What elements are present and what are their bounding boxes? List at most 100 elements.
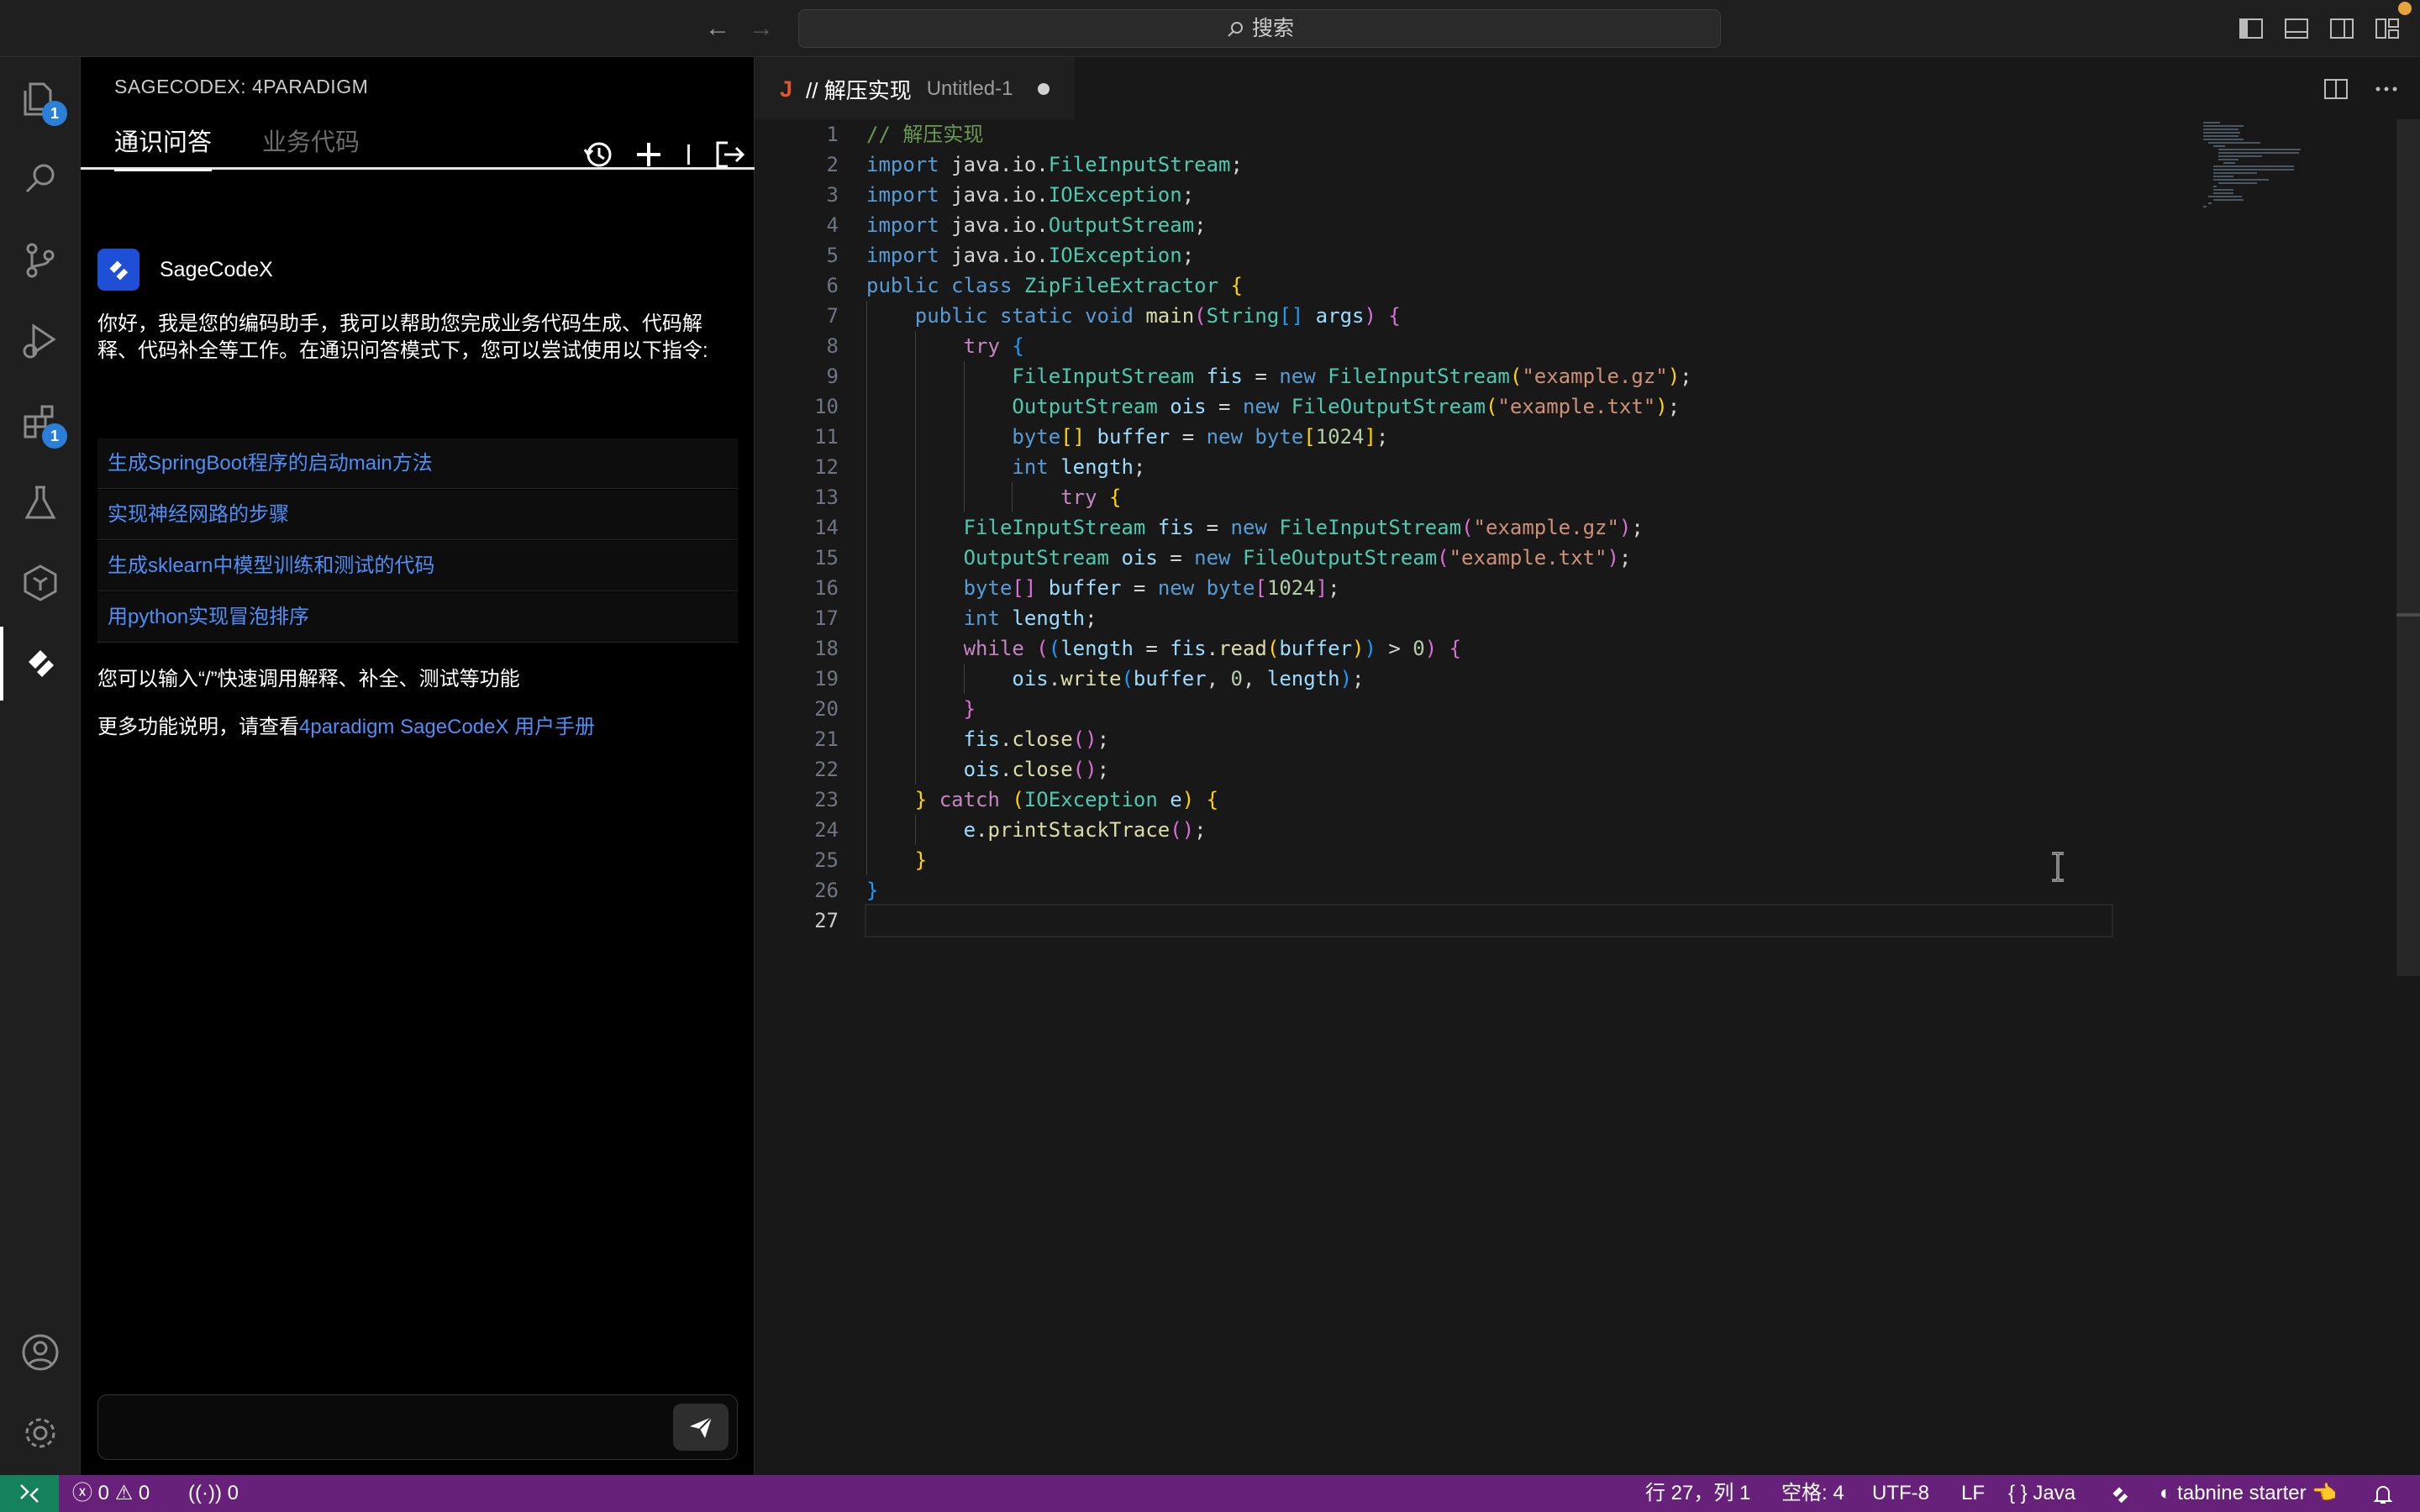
- code-line[interactable]: ois.write(buffer, 0, length);: [866, 664, 2110, 694]
- language-label: Java: [2033, 1482, 2076, 1504]
- suggestion-item[interactable]: 用python实现冒泡排序: [97, 592, 738, 643]
- code-line[interactable]: public static void main(String[] args) {: [866, 301, 2110, 331]
- accounts-button[interactable]: [0, 1312, 81, 1393]
- forward-arrow-icon[interactable]: →: [746, 13, 776, 44]
- line-number: 15: [814, 546, 839, 570]
- line-number: 26: [814, 879, 839, 902]
- sagecodex-avatar: [97, 249, 139, 291]
- search-view-button[interactable]: [0, 139, 81, 220]
- code-line[interactable]: byte[] buffer = new byte[1024];: [866, 573, 2110, 603]
- indent-guide: [866, 391, 867, 422]
- tab-business-code[interactable]: 业务代码: [262, 116, 360, 170]
- logout-icon[interactable]: [713, 138, 746, 171]
- explorer-button[interactable]: 1: [0, 59, 81, 139]
- toggle-panel-icon[interactable]: [2284, 17, 2309, 40]
- code-line[interactable]: import java.io.OutputStream;: [866, 210, 2110, 240]
- code-line[interactable]: int length;: [866, 452, 2110, 482]
- history-icon[interactable]: [581, 138, 615, 171]
- tabnine-status[interactable]: ◐ tabnine starter 👈: [2160, 1475, 2337, 1512]
- indent-guide: [866, 785, 867, 815]
- assistant-name: SageCodeX: [160, 257, 273, 281]
- toggle-secondary-sidebar-icon[interactable]: [2329, 17, 2354, 40]
- code-editor[interactable]: 1 2 3 4 5 6 7 8 9 10 11 12 13 14 15 16 17 18 19 20 21 22 23 24 2…: [755, 119, 2420, 1475]
- sagecodex-button[interactable]: [0, 623, 81, 704]
- sagecodex-logo-icon: [109, 260, 129, 281]
- line-number: 4: [826, 213, 839, 237]
- code-line[interactable]: public class ZipFileExtractor {: [866, 270, 2110, 301]
- indent-guide: [866, 482, 867, 512]
- language-mode[interactable]: { } Java: [2008, 1475, 2075, 1512]
- code-line[interactable]: FileInputStream fis = new FileInputStrea…: [866, 361, 2110, 391]
- code-line[interactable]: import java.io.IOException;: [866, 240, 2110, 270]
- code-line[interactable]: [865, 904, 2113, 937]
- hexagon-icon: [24, 564, 57, 601]
- code-line[interactable]: import java.io.FileInputStream;: [866, 150, 2110, 180]
- vertical-scrollbar[interactable]: [2396, 119, 2420, 976]
- line-number: 10: [814, 395, 839, 418]
- code-line[interactable]: fis.close();: [866, 724, 2110, 754]
- tab-filename: Untitled-1: [926, 77, 1013, 100]
- warning-icon: ⚠: [114, 1482, 134, 1504]
- indent-guide: [866, 754, 867, 785]
- suggestion-item[interactable]: 生成SpringBoot程序的启动main方法: [97, 438, 738, 489]
- suggestion-item[interactable]: 生成sklearn中模型训练和测试的代码: [97, 541, 738, 591]
- code-line[interactable]: OutputStream ois = new FileOutputStream(…: [866, 543, 2110, 573]
- send-button[interactable]: [673, 1404, 729, 1451]
- run-debug-button[interactable]: [0, 301, 81, 381]
- ports-indicator[interactable]: ((·)) 0: [188, 1475, 239, 1512]
- more-actions-icon[interactable]: [2373, 76, 2400, 102]
- indent-guide: [963, 664, 965, 694]
- new-chat-plus-icon[interactable]: [632, 138, 666, 171]
- code-line[interactable]: }: [866, 875, 2110, 906]
- source-control-button[interactable]: [0, 220, 81, 301]
- command-center-search[interactable]: 搜索: [798, 9, 1721, 48]
- editor-tab-untitled-1[interactable]: J // 解压实现 Untitled-1: [755, 57, 1076, 119]
- tabnine-icon: ◐: [2160, 1482, 2172, 1504]
- code-line[interactable]: FileInputStream fis = new FileInputStrea…: [866, 512, 2110, 543]
- customize-layout-icon[interactable]: [2375, 17, 2400, 40]
- code-line[interactable]: }: [866, 845, 2110, 875]
- manage-button[interactable]: [0, 1393, 81, 1473]
- code-line[interactable]: ois.close();: [866, 754, 2110, 785]
- title-bar: ← → 搜索: [0, 0, 2420, 57]
- problems-indicator[interactable]: ⓧ 0 ⚠ 0: [72, 1475, 150, 1512]
- indentation[interactable]: 空格: 4: [1781, 1475, 1844, 1512]
- code-line[interactable]: // 解压实现: [866, 119, 2110, 150]
- gear-icon: [25, 1418, 55, 1448]
- line-number: 8: [826, 334, 839, 358]
- toggle-primary-sidebar-icon[interactable]: [2238, 17, 2264, 40]
- code-area[interactable]: // 解压实现 import java.io.FileInputStream; im…: [865, 119, 2113, 937]
- encoding[interactable]: UTF-8: [1872, 1475, 1929, 1512]
- code-line[interactable]: try {: [866, 331, 2110, 361]
- testing-button[interactable]: [0, 462, 81, 543]
- extensions-button[interactable]: 1: [0, 381, 81, 462]
- split-editor-icon[interactable]: [2323, 76, 2349, 102]
- panel-title: SAGECODEX: 4PARADIGM: [114, 76, 369, 97]
- remote-explorer-button[interactable]: [0, 543, 81, 623]
- user-manual-link[interactable]: 4paradigm SageCodeX 用户手册: [299, 716, 595, 738]
- chat-input[interactable]: [97, 1394, 738, 1460]
- notifications-button[interactable]: [2371, 1482, 2395, 1505]
- run-debug-icon: [23, 323, 56, 359]
- code-line[interactable]: int length;: [866, 603, 2110, 633]
- code-line[interactable]: } catch (IOException e) {: [866, 785, 2110, 815]
- cursor-position[interactable]: 行 27，列 1: [1645, 1475, 1750, 1512]
- code-line[interactable]: }: [866, 694, 2110, 724]
- unsaved-dot-icon[interactable]: [1038, 83, 1050, 95]
- code-line[interactable]: OutputStream ois = new FileOutputStream(…: [866, 391, 2110, 422]
- sagecodex-status-button[interactable]: [2107, 1482, 2133, 1505]
- remote-indicator[interactable]: [0, 1475, 59, 1512]
- code-line[interactable]: import java.io.IOException;: [866, 180, 2110, 210]
- code-line[interactable]: while ((length = fis.read(buffer)) > 0) …: [866, 633, 2110, 664]
- back-arrow-icon[interactable]: ←: [702, 13, 733, 44]
- indent-guide: [914, 573, 916, 603]
- code-line[interactable]: byte[] buffer = new byte[1024];: [866, 422, 2110, 452]
- indent-guide: [963, 391, 965, 422]
- indent-guide: [866, 815, 867, 845]
- suggestion-item[interactable]: 实现神经网路的步骤: [97, 490, 738, 540]
- tab-general-qa[interactable]: 通识问答: [114, 116, 213, 171]
- code-line[interactable]: e.printStackTrace();: [866, 815, 2110, 845]
- code-line[interactable]: try {: [866, 482, 2110, 512]
- minimap[interactable]: [2202, 119, 2311, 220]
- end-of-line[interactable]: LF: [1961, 1475, 1985, 1512]
